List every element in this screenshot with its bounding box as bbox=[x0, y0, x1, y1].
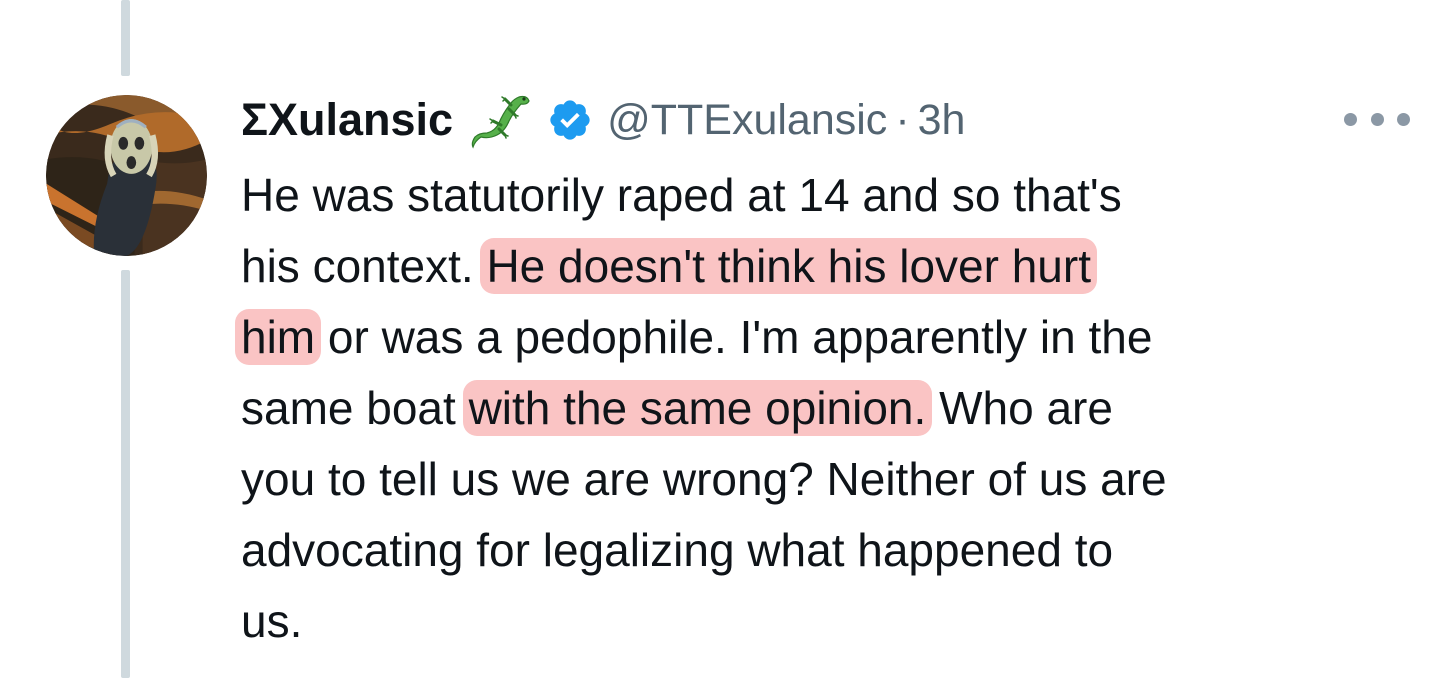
avatar[interactable] bbox=[46, 95, 207, 256]
tweet-text-segment: or was a pedophile. I'm apparently in th… bbox=[315, 311, 1153, 363]
tweet-header: ΣΧulansic @TTExulansic · 3h bbox=[241, 90, 965, 150]
the-scream-avatar-icon bbox=[46, 95, 207, 256]
tweet-text-segment: same boat bbox=[241, 382, 469, 434]
author-handle[interactable]: @TTExulansic bbox=[607, 96, 887, 145]
highlighted-text: with the same opinion. bbox=[462, 380, 933, 436]
tweet-text-line: us. bbox=[241, 586, 1421, 657]
tweet-text-segment: advocating for legalizing what happened … bbox=[241, 524, 1114, 576]
tweet-text-line: advocating for legalizing what happened … bbox=[241, 515, 1421, 586]
more-options-icon[interactable] bbox=[1344, 104, 1410, 134]
separator-dot: · bbox=[895, 95, 910, 144]
thread-line-bottom bbox=[121, 270, 130, 678]
more-dot bbox=[1370, 112, 1384, 126]
tweet-text-segment: Who are bbox=[926, 382, 1113, 434]
more-dot bbox=[1397, 112, 1410, 126]
timestamp[interactable]: 3h bbox=[918, 96, 966, 145]
tweet-text: He was statutorily raped at 14 and so th… bbox=[235, 160, 1421, 657]
tweet-text-segment: his context. bbox=[241, 240, 487, 292]
tweet-text-segment: you to tell us we are wrong? Neither of … bbox=[241, 453, 1167, 505]
tweet-text-line: He was statutorily raped at 14 and so th… bbox=[241, 160, 1421, 231]
tweet-text-line: him or was a pedophile. I'm apparently i… bbox=[235, 302, 1421, 373]
tweet-text-segment: us. bbox=[241, 595, 303, 647]
highlighted-text: him bbox=[235, 309, 322, 365]
more-dot bbox=[1344, 112, 1357, 126]
author-display-name[interactable]: ΣΧulansic bbox=[241, 94, 453, 146]
tweet-text-line: you to tell us we are wrong? Neither of … bbox=[241, 444, 1421, 515]
tweet-text-line: his context. He doesn't think his lover … bbox=[241, 231, 1421, 302]
thread-line-top bbox=[121, 0, 130, 76]
verified-badge-icon[interactable] bbox=[547, 97, 593, 143]
highlighted-text: He doesn't think his lover hurt bbox=[480, 238, 1097, 294]
tweet-text-line: same boat with the same opinion. Who are bbox=[241, 373, 1421, 444]
lizard-icon bbox=[469, 91, 535, 149]
tweet-text-segment: He was statutorily raped at 14 and so th… bbox=[241, 169, 1122, 221]
